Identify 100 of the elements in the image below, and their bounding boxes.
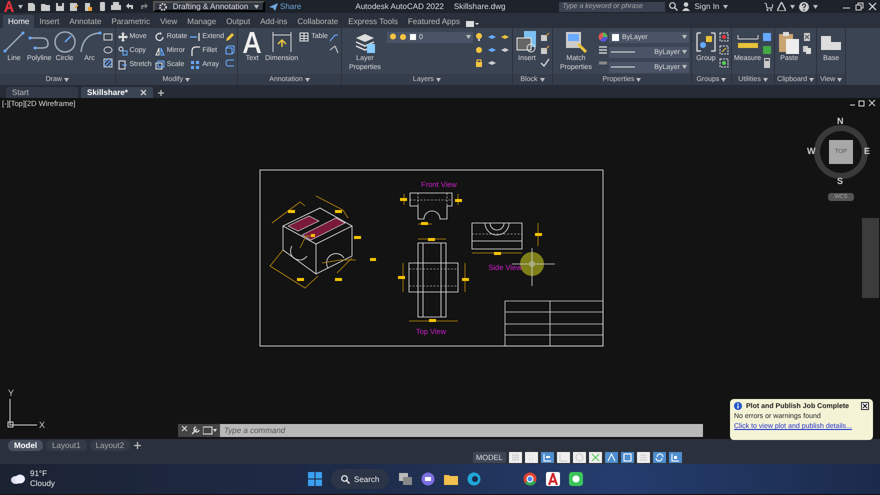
calculator-icon[interactable] — [762, 58, 772, 68]
panel-toggle-icon[interactable] — [464, 20, 479, 28]
color-wheel-icon[interactable] — [598, 32, 608, 42]
layout-tab[interactable]: Model — [8, 440, 44, 450]
caret-icon[interactable] — [682, 35, 687, 39]
status-toggle-button[interactable] — [652, 452, 666, 463]
leader-icon[interactable] — [328, 44, 339, 54]
cloud-icon[interactable] — [10, 474, 26, 484]
autocad-app-icon[interactable] — [546, 472, 560, 486]
caret-icon[interactable] — [723, 4, 728, 8]
status-toggle-button[interactable] — [588, 452, 602, 463]
caret-icon[interactable] — [721, 78, 726, 82]
browser-icon[interactable] — [467, 472, 482, 486]
restore-icon[interactable] — [855, 2, 864, 11]
status-toggle-button[interactable] — [540, 452, 554, 463]
caret-icon[interactable] — [304, 78, 310, 82]
save-icon[interactable] — [55, 2, 65, 12]
triangle-icon[interactable] — [777, 2, 786, 11]
ribbon-tab[interactable]: Add-ins — [255, 15, 292, 28]
leader-icon[interactable] — [328, 32, 339, 42]
caret-icon[interactable] — [64, 78, 69, 82]
plus-icon[interactable] — [133, 440, 142, 450]
offset-icon[interactable] — [225, 58, 236, 68]
layout-tab[interactable]: Layout1 — [46, 440, 87, 450]
status-toggle-button[interactable] — [508, 452, 522, 463]
cart-icon[interactable] — [764, 2, 773, 10]
app-icon[interactable] — [569, 472, 584, 486]
chat-icon[interactable] — [421, 472, 436, 486]
status-toggle-button[interactable] — [620, 452, 634, 463]
caret-icon[interactable] — [762, 78, 768, 82]
caret-icon[interactable] — [466, 35, 471, 39]
caret-icon[interactable] — [185, 78, 190, 82]
ribbon-tab[interactable]: Collaborate — [292, 15, 344, 28]
status-toggle-button[interactable] — [524, 452, 538, 463]
lightbulb-icon[interactable] — [474, 32, 484, 42]
status-toggle-button[interactable] — [636, 452, 650, 463]
task-view-icon[interactable] — [398, 472, 412, 486]
taskbar-search-button[interactable]: Search — [331, 469, 390, 489]
save-as-icon[interactable] — [69, 2, 79, 12]
undo-icon[interactable] — [125, 2, 135, 12]
ribbon-tab[interactable]: View — [155, 15, 182, 28]
status-toggle-button[interactable] — [556, 452, 570, 463]
search-icon[interactable] — [669, 2, 678, 11]
status-toggle-button[interactable] — [604, 452, 618, 463]
file-tab[interactable]: Skillshare* — [81, 87, 153, 98]
ungroup-icon[interactable] — [718, 32, 729, 42]
command-history-icon[interactable] — [203, 426, 217, 435]
folder-icon[interactable] — [444, 472, 458, 486]
ribbon-tab[interactable]: Manage — [182, 15, 222, 28]
redo-icon[interactable] — [139, 2, 149, 12]
caret-icon[interactable] — [809, 78, 814, 82]
hatch-icon[interactable] — [102, 58, 113, 68]
cube-icon[interactable] — [225, 44, 236, 54]
help-icon[interactable] — [799, 2, 809, 12]
caret-icon[interactable] — [436, 78, 441, 82]
pencil-icon[interactable] — [225, 32, 236, 42]
file-tab[interactable]: Start — [6, 87, 78, 98]
lineweight-icon[interactable] — [598, 44, 608, 54]
status-toggle-button[interactable] — [572, 452, 586, 463]
ribbon-tab[interactable]: Output — [221, 15, 256, 28]
ribbon-tab[interactable]: Annotate — [64, 15, 106, 28]
checkmark-icon[interactable] — [540, 58, 550, 68]
command-input[interactable]: Type a command — [220, 424, 703, 437]
status-toggle-button[interactable] — [668, 452, 682, 463]
share-button[interactable]: Share — [269, 2, 302, 11]
wrench-icon[interactable] — [191, 426, 200, 435]
ribbon-tab[interactable]: Parametric — [106, 15, 156, 28]
windows-start-icon[interactable] — [308, 472, 322, 486]
caret-icon[interactable] — [682, 65, 687, 69]
workspace-dropdown[interactable]: Drafting & Annotation — [153, 1, 265, 12]
close-icon[interactable] — [861, 402, 869, 410]
caret-icon[interactable] — [682, 50, 687, 54]
printer-icon[interactable] — [111, 2, 121, 12]
caret-icon[interactable] — [813, 4, 818, 8]
plus-icon[interactable] — [156, 88, 166, 98]
lock-icon[interactable] — [474, 58, 484, 68]
ribbon-tab[interactable]: Featured Apps — [402, 15, 465, 28]
caret-icon[interactable] — [540, 78, 544, 82]
caret-icon[interactable] — [837, 78, 842, 82]
caret-icon[interactable] — [636, 78, 642, 82]
ribbon-tab[interactable]: Express Tools — [343, 15, 403, 28]
caret-icon[interactable] — [18, 4, 23, 8]
ribbon-tab[interactable]: Home — [3, 15, 34, 28]
group-edit-icon[interactable] — [718, 44, 729, 54]
block-edit-icon[interactable] — [540, 32, 550, 42]
window-controls-icon[interactable] — [849, 99, 877, 107]
layout-tab[interactable]: Layout2 — [90, 440, 130, 450]
caret-icon[interactable] — [254, 4, 259, 8]
document-icon[interactable] — [83, 2, 93, 12]
sign-in-link[interactable]: Sign In — [694, 2, 720, 11]
copy-icon[interactable] — [802, 44, 812, 54]
ellipse-icon[interactable] — [102, 44, 113, 54]
ribbon-tab[interactable]: Insert — [34, 15, 64, 28]
app-logo-icon[interactable] — [3, 1, 14, 12]
caret-icon[interactable] — [790, 4, 795, 8]
rectangle-icon[interactable] — [102, 32, 113, 42]
block-edit-icon[interactable] — [540, 44, 550, 54]
chrome-icon[interactable] — [523, 472, 538, 486]
group-select-icon[interactable] — [718, 58, 729, 68]
sun-icon[interactable] — [474, 44, 484, 54]
